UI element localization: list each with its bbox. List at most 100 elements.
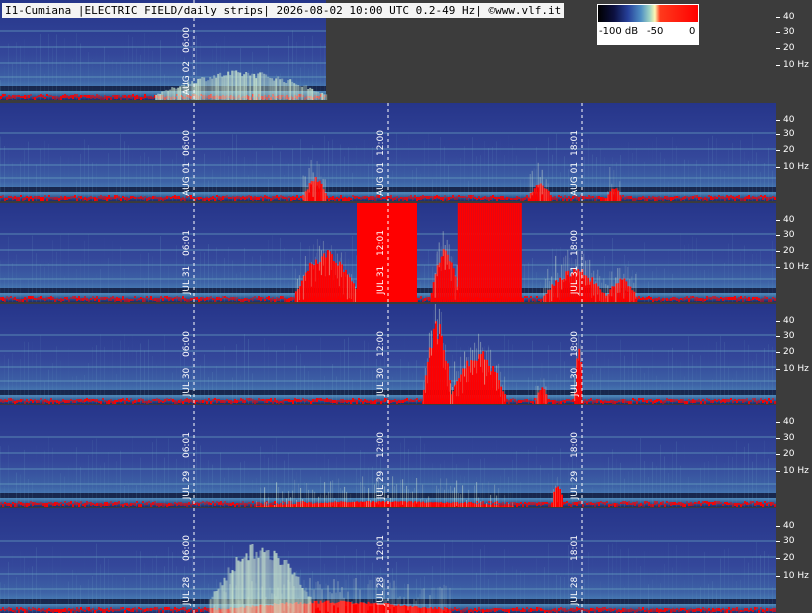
baseline-signal	[746, 608, 748, 611]
activity-halo	[448, 604, 449, 613]
activity-mark	[517, 203, 520, 302]
noise-streak	[16, 168, 17, 201]
frequency-tick: 30	[776, 331, 812, 343]
noise-streak	[88, 145, 89, 201]
baseline-signal	[62, 609, 64, 612]
baseline-signal	[324, 399, 326, 402]
baseline-signal	[156, 398, 158, 401]
noise-streak	[664, 158, 665, 201]
baseline-signal	[748, 195, 750, 199]
baseline-signal	[274, 501, 276, 504]
baseline-signal	[14, 401, 16, 404]
noise-streak	[584, 156, 585, 201]
baseline-signal	[416, 398, 418, 400]
noise-streak	[508, 476, 509, 507]
baseline-signal	[74, 195, 76, 198]
noise-streak	[608, 544, 609, 613]
baseline-signal	[528, 609, 530, 612]
baseline-signal	[14, 95, 16, 99]
noise-streak	[688, 160, 689, 201]
baseline-signal	[138, 96, 140, 99]
noise-streak	[124, 576, 125, 613]
activity-halo	[438, 488, 440, 507]
noise-streak	[64, 162, 65, 201]
baseline-signal	[58, 299, 60, 301]
frequency-tick-label: 30	[783, 536, 795, 546]
noise-streak	[756, 253, 757, 302]
baseline-signal	[40, 609, 42, 612]
baseline-signal	[680, 502, 682, 506]
activity-halo	[304, 500, 306, 507]
noise-streak	[292, 148, 293, 201]
baseline-signal	[282, 196, 284, 199]
baseline-signal	[772, 398, 774, 400]
activity-mark	[283, 560, 286, 613]
noise-streak	[372, 147, 373, 201]
baseline-signal	[756, 297, 758, 300]
baseline-signal	[552, 609, 554, 611]
noise-streak	[512, 566, 513, 613]
activity-mark	[269, 559, 272, 613]
noise-streak	[392, 376, 393, 404]
noise-streak	[720, 259, 721, 302]
baseline-signal	[114, 298, 116, 302]
baseline-signal	[624, 399, 626, 403]
baseline-signal	[30, 196, 32, 199]
noise-streak	[136, 550, 137, 613]
baseline-signal	[0, 96, 2, 99]
baseline-signal	[86, 298, 88, 301]
noise-streak	[688, 540, 689, 613]
noise-streak	[764, 550, 765, 613]
baseline-signal	[66, 400, 68, 403]
time-label-text: 12:00	[376, 130, 386, 156]
noise-streak	[112, 574, 113, 613]
activity-mark	[401, 203, 403, 302]
baseline-signal	[692, 196, 694, 199]
noise-streak	[140, 54, 141, 100]
baseline-signal	[182, 401, 184, 404]
activity-halo	[494, 484, 496, 507]
baseline-signal	[506, 197, 508, 200]
noise-streak	[120, 246, 121, 302]
baseline-signal	[712, 400, 714, 403]
baseline-signal	[702, 607, 704, 610]
activity-halo	[460, 356, 462, 382]
baseline-signal	[286, 299, 288, 302]
baseline-signal	[320, 398, 322, 401]
noise-streak	[92, 347, 93, 404]
baseline-signal	[376, 399, 378, 402]
baseline-signal	[760, 502, 762, 506]
noise-streak	[148, 252, 149, 302]
activity-halo	[369, 579, 371, 607]
activity-halo	[617, 187, 619, 201]
noise-streak	[532, 340, 533, 404]
baseline-signal	[762, 504, 764, 507]
activity-mark	[253, 73, 256, 100]
baseline-signal	[648, 296, 650, 299]
noise-streak	[348, 465, 349, 507]
activity-halo	[429, 595, 431, 613]
date-label-text: JUL 30	[182, 367, 192, 397]
baseline-signal	[156, 298, 158, 302]
baseline-signal	[72, 400, 74, 403]
baseline-signal	[760, 607, 762, 610]
baseline-signal	[718, 608, 720, 611]
baseline-signal	[706, 398, 708, 400]
baseline-signal	[240, 197, 242, 200]
noise-streak	[212, 266, 213, 302]
noise-streak	[80, 43, 81, 100]
baseline-signal	[8, 196, 10, 198]
noise-streak	[24, 39, 25, 100]
baseline-signal	[588, 195, 590, 199]
baseline-signal	[260, 297, 262, 301]
baseline-signal	[636, 198, 638, 200]
baseline-signal	[80, 501, 82, 504]
baseline-signal	[52, 400, 54, 404]
baseline-signal	[84, 197, 86, 200]
noise-streak	[600, 148, 601, 201]
baseline-signal	[44, 399, 46, 402]
activity-halo	[543, 287, 545, 302]
frequency-tick: 40	[776, 12, 812, 24]
baseline-signal	[516, 503, 518, 507]
activity-halo	[607, 285, 609, 302]
